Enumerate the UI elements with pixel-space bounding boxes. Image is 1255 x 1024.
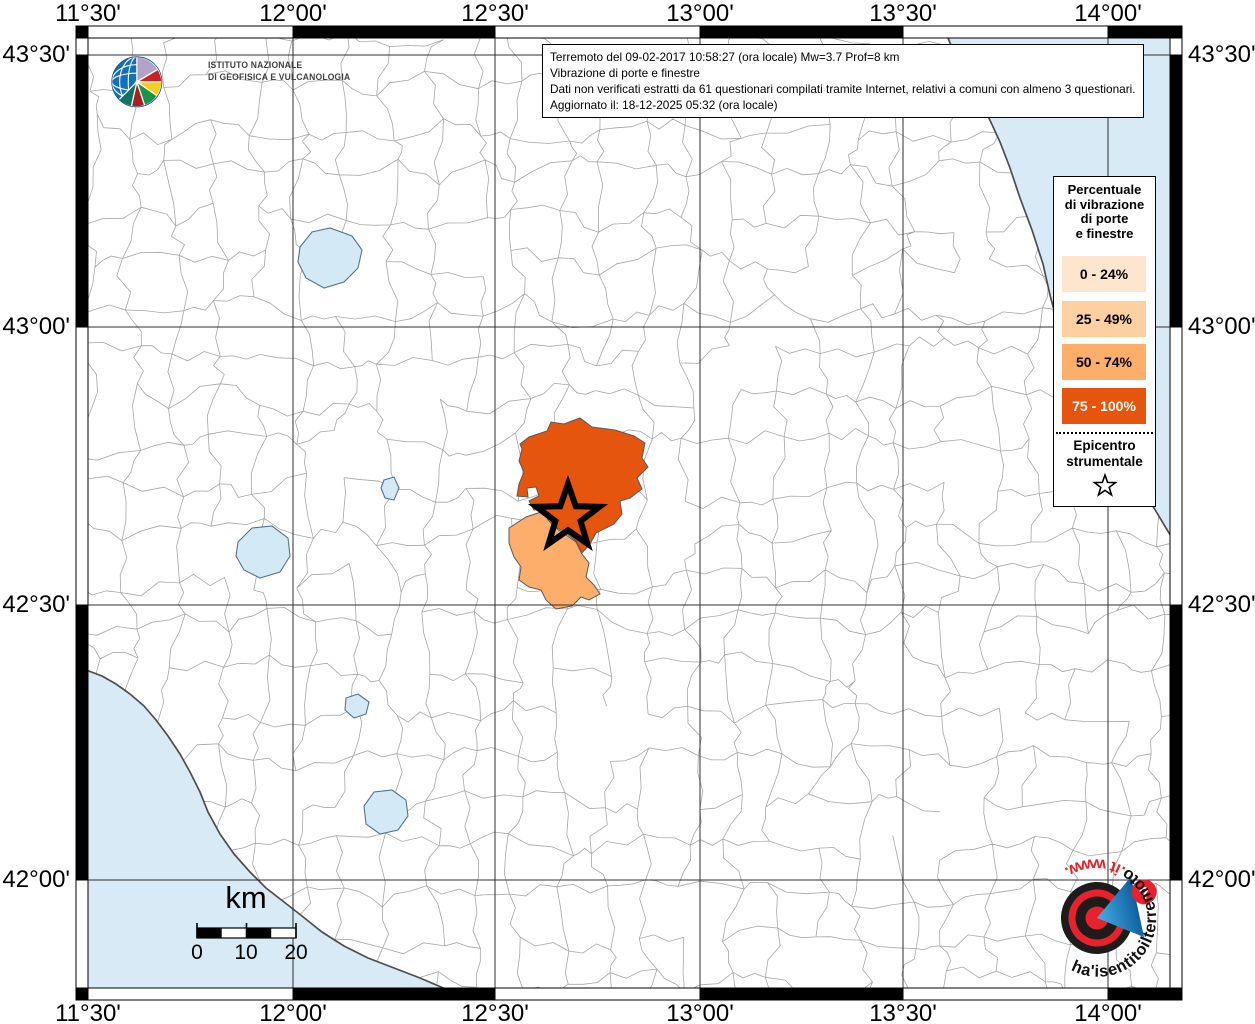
scale-unit-label: km <box>225 880 267 915</box>
lat-label-right: 42°00' <box>1188 866 1255 893</box>
neatline-segment <box>75 604 89 881</box>
neatline-segment <box>1169 54 1183 328</box>
legend-epicenter-line: Epicentro <box>1073 438 1136 453</box>
legend-divider <box>1056 432 1153 434</box>
neatline-segment <box>1169 604 1183 881</box>
scale-tick-0: 0 <box>191 941 203 964</box>
neatline-segment <box>292 987 496 1001</box>
legend-star-icon <box>1091 472 1118 497</box>
neatline-segment <box>902 987 1109 1001</box>
neatline-segment <box>75 987 89 1001</box>
neatline-segment <box>75 326 89 606</box>
lon-label-top: 13°30' <box>869 0 937 27</box>
ingv-name-line1: ISTITUTO NAZIONALE <box>208 60 303 71</box>
legend-class-50-74-: 50 - 74% <box>1062 344 1146 380</box>
lon-label-top: 12°30' <box>461 0 529 27</box>
neatline-segment <box>75 879 89 989</box>
lat-label-left: 43°30' <box>2 41 70 68</box>
neatline-segment <box>1169 326 1183 606</box>
legend-class-25-49-: 25 - 49% <box>1062 301 1146 337</box>
lon-label-top: 14°00' <box>1074 0 1142 27</box>
legend-title: Percentuale di vibrazione di porte e fin… <box>1054 182 1155 241</box>
lon-label-bottom: 14°00' <box>1074 1000 1142 1024</box>
legend-title-line: Percentuale <box>1067 182 1142 197</box>
neatline-segment <box>75 54 89 328</box>
lat-label-right: 43°00' <box>1188 313 1255 340</box>
ingv-globe-icon <box>111 56 163 108</box>
neatline-segment <box>699 987 904 1001</box>
ingv-name: ISTITUTO NAZIONALE DI GEOFISICA E VULCAN… <box>208 60 350 83</box>
info-line-event: Terremoto del 09-02-2017 10:58:27 (ora l… <box>550 50 900 64</box>
lat-label-left: 42°30' <box>2 591 70 618</box>
legend-title-line: di vibrazione <box>1064 196 1145 212</box>
lat-label-right: 43°30' <box>1188 41 1255 68</box>
legend-epicenter-label: Epicentro strumentale <box>1054 438 1155 469</box>
neatline-segment <box>494 987 701 1001</box>
lon-label-top: 12°00' <box>259 0 327 27</box>
lon-label-bottom: 11°30' <box>55 1000 121 1024</box>
scale-tick-10: 10 <box>234 941 258 964</box>
neatline-segment <box>87 987 294 1001</box>
lon-label-bottom: 12°00' <box>259 1000 327 1024</box>
info-line-updated: Aggiornato il: 18-12-2025 05:32 (ora loc… <box>550 98 778 112</box>
scale-tick-20: 20 <box>284 941 308 964</box>
map-layers <box>88 38 1170 988</box>
lon-label-top: 11°30' <box>55 0 121 27</box>
legend-class-0-24-: 0 - 24% <box>1062 256 1146 292</box>
lon-label-bottom: 13°30' <box>869 1000 937 1024</box>
lon-label-bottom: 12°30' <box>461 1000 529 1024</box>
event-info-box: Terremoto del 09-02-2017 10:58:27 (ora l… <box>542 44 1144 118</box>
ingv-name-line2: DI GEOFISICA E VULCANOLOGIA <box>208 71 351 83</box>
lat-label-left: 43°00' <box>2 313 70 340</box>
map-graphic: ? ha'isentitoilterremoto.it www. <box>75 25 1183 1001</box>
earthquake-map-page: ? ha'isentitoilterremoto.it www. 11°30' 1… <box>0 0 1255 1024</box>
info-line-disclaimer: Dati non verificati estratti da 61 quest… <box>550 82 1136 96</box>
info-line-effect: Vibrazione di porte e finestre <box>550 66 700 80</box>
lon-label-bottom: 13°00' <box>666 1000 734 1024</box>
legend: Percentuale di vibrazione di porte e fin… <box>1053 176 1156 507</box>
legend-title-line: di porte <box>1080 211 1129 226</box>
neatline-segment <box>1169 879 1183 989</box>
neatline-segment <box>75 37 89 56</box>
lat-label-right: 42°30' <box>1188 591 1255 618</box>
neatline-segment <box>1169 37 1183 56</box>
legend-class-75-100-: 75 - 100% <box>1062 388 1146 424</box>
legend-title-line: e finestre <box>1075 225 1134 241</box>
legend-epicenter-line: strumentale <box>1066 453 1143 469</box>
lon-label-top: 13°00' <box>666 0 734 27</box>
lat-label-left: 42°00' <box>2 866 70 893</box>
neatline-segment <box>1107 987 1183 1001</box>
